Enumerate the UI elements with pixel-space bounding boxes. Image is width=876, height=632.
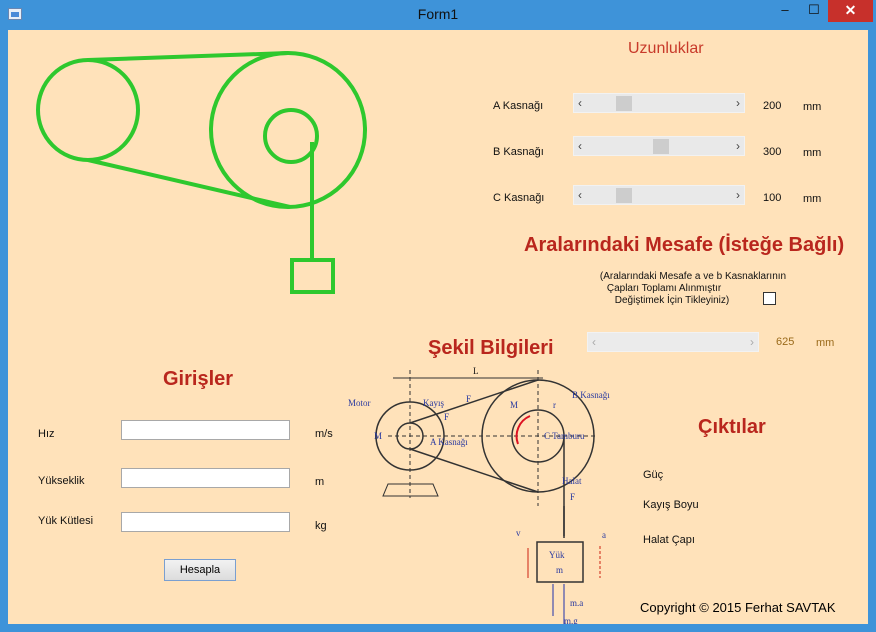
mesafe-note: (Aralarındaki Mesafe a ve b Kasnaklarını… bbox=[568, 271, 818, 307]
yukseklik-label: Yükseklik bbox=[38, 475, 85, 487]
diagram-label-halat: Halat bbox=[562, 476, 582, 486]
diagram-label-rb: r bbox=[553, 400, 556, 410]
title-bar[interactable]: Form1 ‒ ☐ ✕ bbox=[0, 0, 876, 30]
scroll-left-icon[interactable]: ‹ bbox=[578, 139, 582, 153]
scroll-right-icon[interactable]: › bbox=[736, 188, 740, 202]
scroll-left-icon[interactable]: ‹ bbox=[578, 188, 582, 202]
mesafe-note-line2: Çapları Toplamı Alınmıştır bbox=[606, 283, 722, 294]
scroll-thumb[interactable] bbox=[653, 139, 669, 154]
b-kasnagi-scrollbar[interactable]: ‹ › bbox=[573, 136, 745, 156]
ciktilar-title: Çıktılar bbox=[698, 416, 766, 438]
yuk-kutlesi-input[interactable] bbox=[121, 512, 290, 532]
scroll-right-icon[interactable]: › bbox=[736, 139, 740, 153]
diagram-label-mc-mb: M bbox=[510, 400, 518, 410]
diagram-label-kayis: Kayış bbox=[423, 398, 444, 408]
pulley-a-circle bbox=[36, 58, 140, 162]
sekil-diagram: L Motor Kayış F F M r B Kasnağı M A Kasn… bbox=[348, 366, 610, 624]
diagram-label-b-kasnagi: B Kasnağı bbox=[572, 390, 610, 400]
a-kasnagi-label: A Kasnağı bbox=[493, 100, 544, 112]
yukseklik-unit: m bbox=[315, 476, 325, 488]
a-kasnagi-scrollbar[interactable]: ‹ › bbox=[573, 93, 745, 113]
copyright-text: Copyright © 2015 Ferhat SAVTAK bbox=[640, 600, 836, 615]
diagram-label-mg: m.g bbox=[564, 616, 578, 624]
guc-label: Güç bbox=[643, 469, 664, 481]
diagram-label-yuk: Yük bbox=[549, 550, 565, 560]
c-kasnagi-unit: mm bbox=[803, 193, 822, 205]
close-button[interactable]: ✕ bbox=[828, 0, 873, 22]
maximize-button[interactable]: ☐ bbox=[800, 0, 828, 22]
c-kasnagi-scrollbar[interactable]: ‹ › bbox=[573, 185, 745, 205]
main-window: Form1 ‒ ☐ ✕ Uzunluklar A Kasnağı ‹ › 200 bbox=[0, 0, 876, 632]
b-kasnagi-unit: mm bbox=[803, 147, 822, 159]
diagram-label-ma-force: m.a bbox=[570, 598, 583, 608]
mesafe-note-line1: (Aralarındaki Mesafe a ve b Kasnaklarını… bbox=[599, 271, 787, 282]
pulley-drawing bbox=[36, 51, 367, 294]
kayis-boyu-label: Kayış Boyu bbox=[643, 499, 699, 511]
diagram-label-ma: M bbox=[374, 431, 382, 441]
diagram-label-fa: F bbox=[444, 412, 449, 422]
form-client-area: Uzunluklar A Kasnağı ‹ › 200 mm B Kasnağ… bbox=[8, 30, 868, 624]
b-kasnagi-label: B Kasnağı bbox=[493, 146, 544, 158]
load-box bbox=[536, 541, 584, 583]
hiz-unit: m/s bbox=[315, 428, 333, 440]
diagram-label-fb: F bbox=[466, 394, 471, 404]
hiz-input[interactable] bbox=[121, 420, 290, 440]
hesapla-button[interactable]: Hesapla bbox=[164, 559, 236, 581]
belt-bottom-line bbox=[87, 158, 291, 209]
c-kasnagi-label: C Kasnağı bbox=[493, 192, 545, 204]
belt-lower-line bbox=[409, 448, 539, 493]
minimize-button[interactable]: ‒ bbox=[770, 0, 800, 22]
scroll-thumb[interactable] bbox=[616, 96, 632, 111]
scroll-left-icon[interactable]: ‹ bbox=[592, 335, 596, 349]
c-kasnagi-value: 100 bbox=[763, 192, 782, 204]
moment-arrow-arc bbox=[515, 415, 531, 445]
mesafe-note-line3: Değiştimek İçin Tikleyiniz) bbox=[614, 295, 730, 306]
uzunluklar-title: Uzunluklar bbox=[628, 40, 704, 57]
halat-capi-label: Halat Çapı bbox=[643, 534, 695, 546]
mesafe-value: 625 bbox=[776, 336, 795, 348]
yuk-kutlesi-unit: kg bbox=[315, 520, 327, 532]
mesafe-checkbox[interactable] bbox=[763, 292, 776, 305]
diagram-label-motor: Motor bbox=[348, 398, 371, 408]
yuk-kutlesi-label: Yük Kütlesi bbox=[38, 515, 94, 527]
girisler-title: Girişler bbox=[163, 368, 234, 390]
diagram-label-a-kasnagi: A Kasnağı bbox=[430, 437, 468, 447]
diagram-label-c-tamburu: C Tamburu bbox=[544, 431, 585, 441]
hiz-label: Hız bbox=[38, 428, 55, 440]
diagram-label-fc: F bbox=[570, 492, 575, 502]
drum-c-circle bbox=[263, 108, 319, 164]
scroll-thumb[interactable] bbox=[616, 188, 632, 203]
diagram-label-v: v bbox=[516, 528, 521, 538]
a-kasnagi-unit: mm bbox=[803, 101, 822, 113]
pulley-b-circle bbox=[209, 51, 367, 209]
diagram-label-m: m bbox=[556, 565, 563, 575]
a-kasnagi-value: 200 bbox=[763, 100, 782, 112]
window-title: Form1 bbox=[417, 6, 459, 22]
mesafe-unit: mm bbox=[816, 337, 835, 349]
yukseklik-input[interactable] bbox=[121, 468, 290, 488]
diagram-label-l: L bbox=[473, 366, 479, 376]
sekil-title: Şekil Bilgileri bbox=[428, 337, 554, 359]
mesafe-scrollbar[interactable]: ‹ › bbox=[587, 332, 759, 352]
scroll-right-icon[interactable]: › bbox=[750, 335, 754, 349]
b-kasnagi-value: 300 bbox=[763, 146, 782, 158]
load-box bbox=[290, 258, 335, 294]
scroll-right-icon[interactable]: › bbox=[736, 96, 740, 110]
mesafe-title: Aralarındaki Mesafe (İsteğe Bağlı) bbox=[524, 234, 845, 256]
scroll-left-icon[interactable]: ‹ bbox=[578, 96, 582, 110]
diagram-label-a: a bbox=[602, 530, 606, 540]
